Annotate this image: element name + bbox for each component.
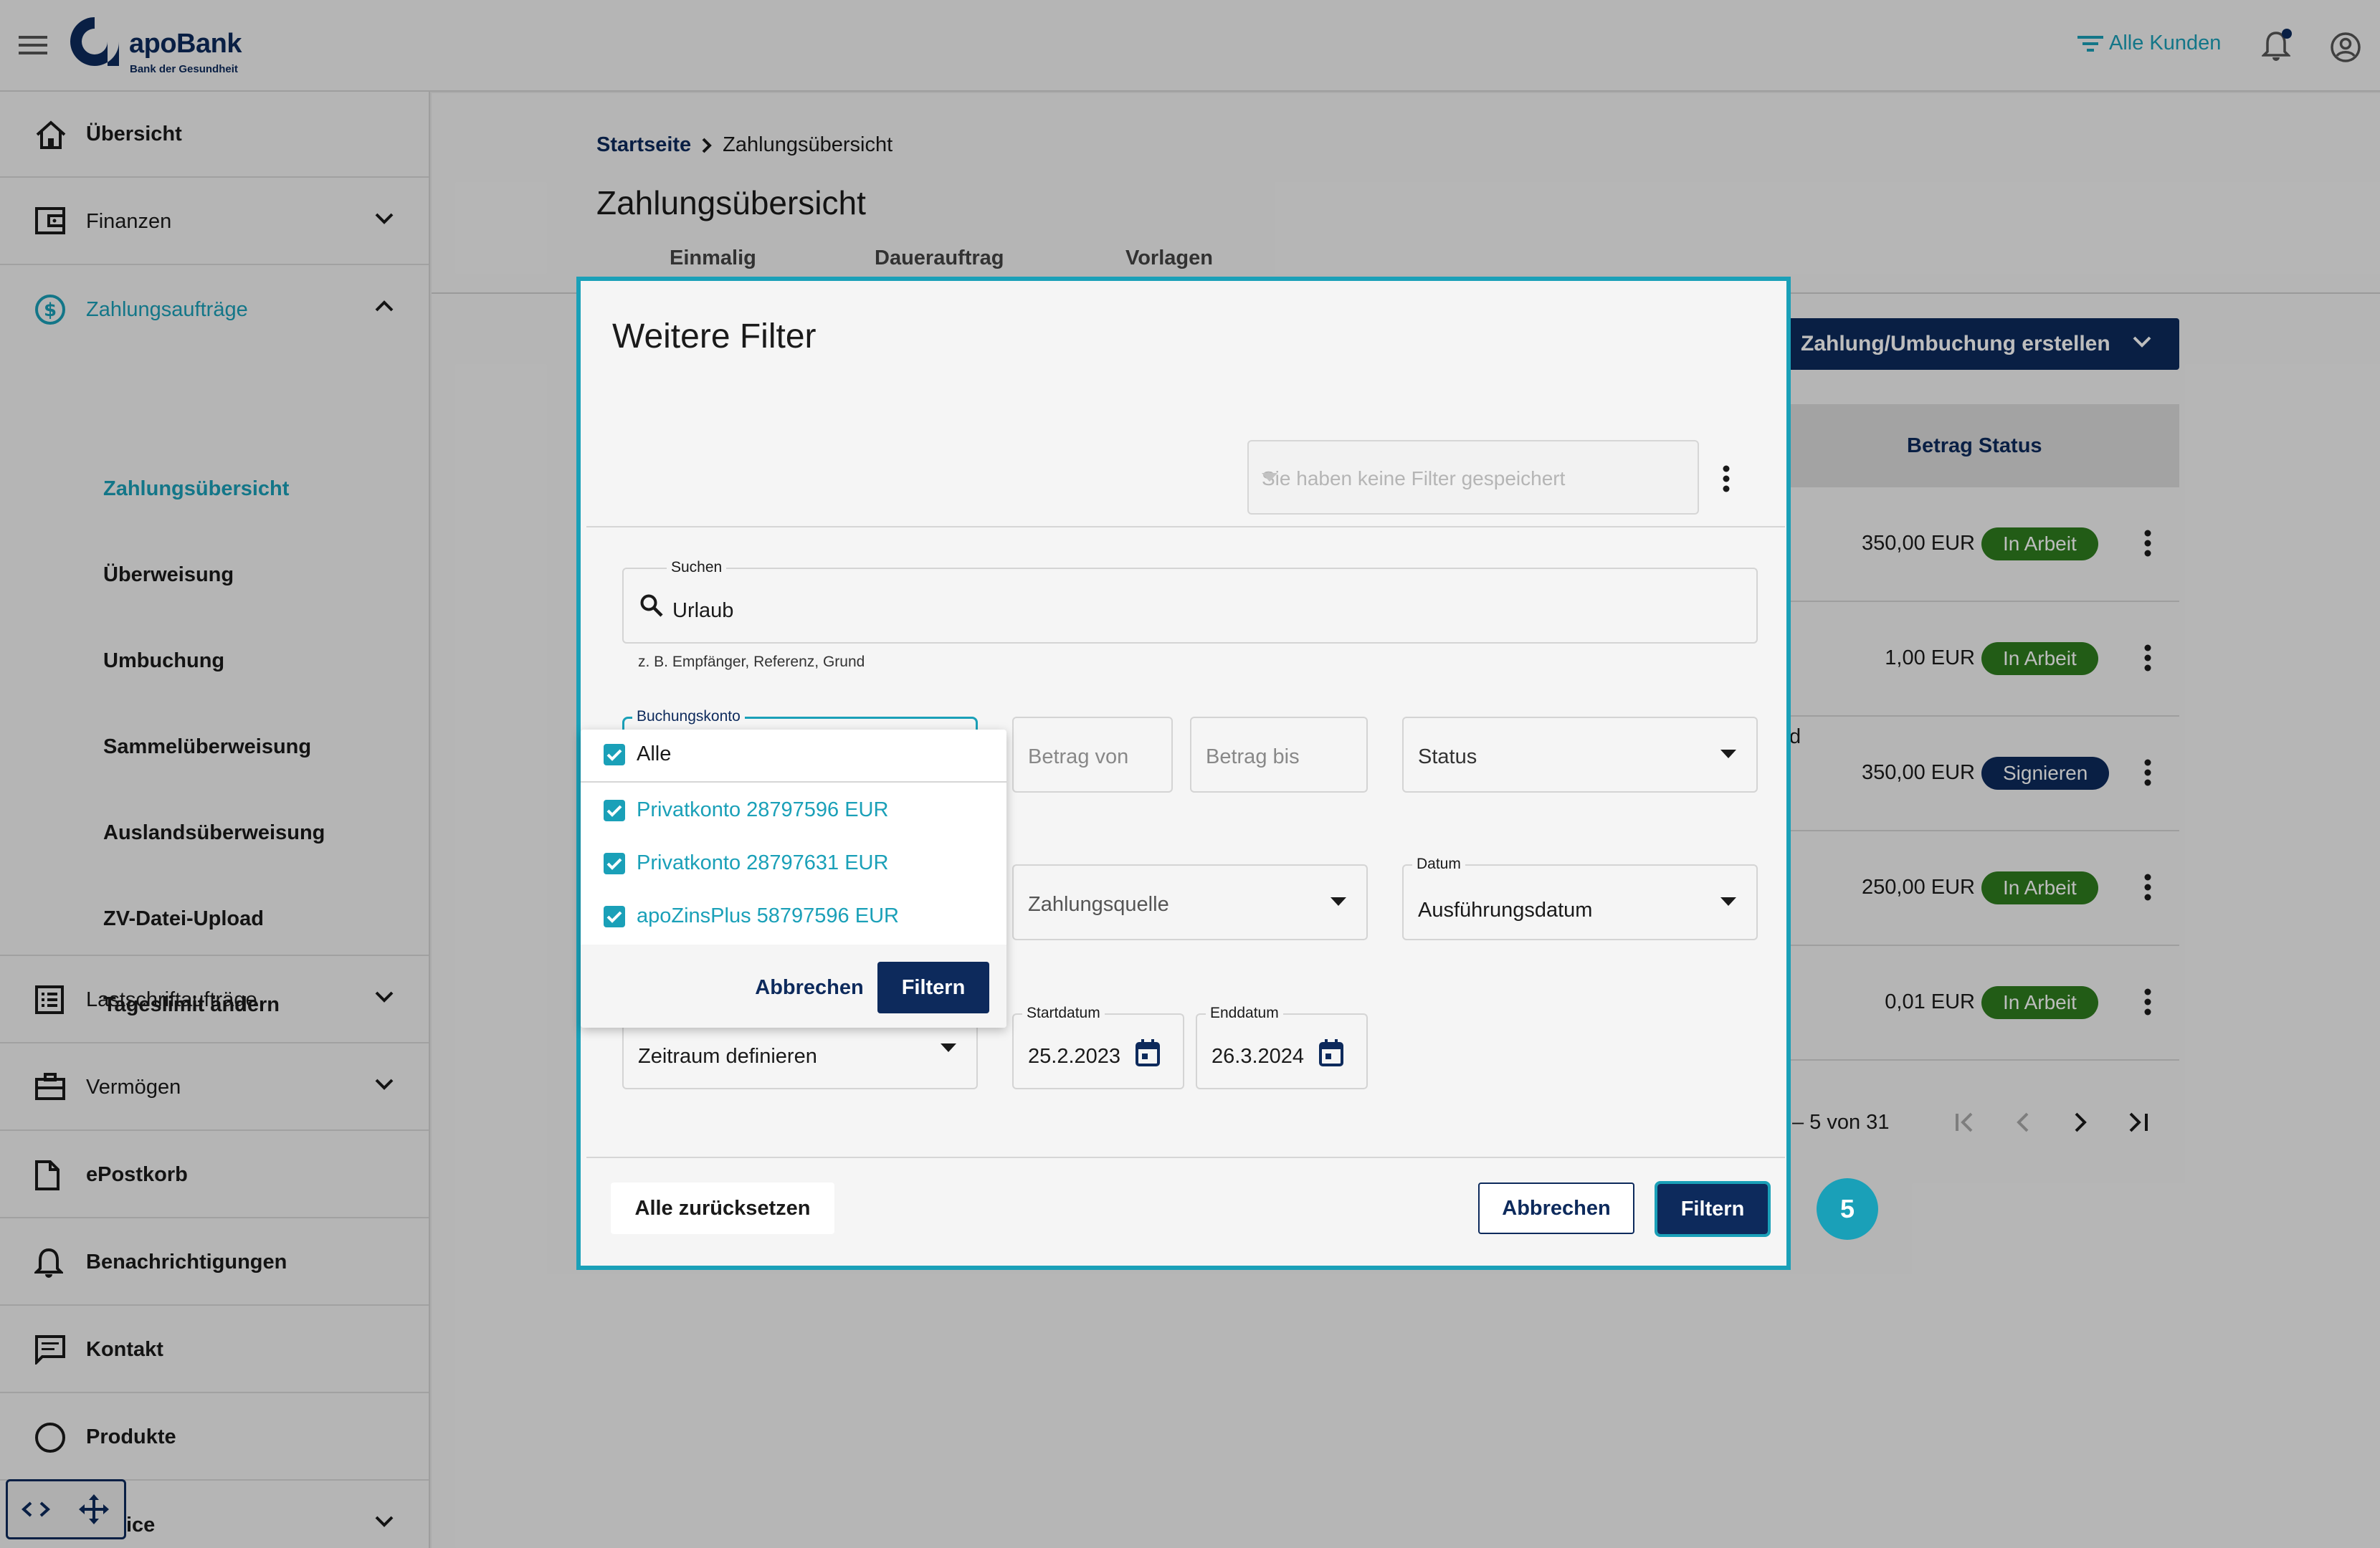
- account-label: Buchungskonto: [632, 708, 745, 725]
- amount-from-placeholder: Betrag von: [1028, 745, 1129, 768]
- checkbox-checked-icon[interactable]: [604, 905, 625, 927]
- dropdown-option-account[interactable]: apoZinsPlus 58797596 EUR: [604, 904, 899, 928]
- dropdown-option-all[interactable]: Alle: [604, 742, 671, 766]
- account-dropdown: Alle Privatkonto 28797596 EUR Privatkont…: [581, 730, 1006, 1028]
- calendar-icon[interactable]: [1319, 1039, 1343, 1066]
- start-date-label: Startdatum: [1022, 1005, 1105, 1022]
- payment-source-placeholder: Zahlungsquelle: [1028, 893, 1169, 916]
- start-date-field[interactable]: Startdatum 25.2.2023: [1012, 1005, 1184, 1089]
- caret-down-icon: [1720, 897, 1736, 906]
- dropdown-option-account[interactable]: Privatkonto 28797596 EUR: [604, 798, 888, 822]
- caret-down-icon: [941, 1043, 956, 1052]
- end-date-field[interactable]: Enddatum 26.3.2024: [1196, 1005, 1368, 1089]
- checkbox-checked-icon[interactable]: [604, 852, 625, 874]
- dialog-filter-button[interactable]: Filtern: [1655, 1181, 1771, 1237]
- dropdown-option-label: Privatkonto 28797631 EUR: [637, 851, 889, 874]
- dropdown-cancel-button[interactable]: Abbrechen: [727, 962, 892, 1013]
- dialog-footer-divider: [586, 1157, 1785, 1158]
- end-date-input[interactable]: 26.3.2024: [1212, 1045, 1304, 1069]
- amount-from-input[interactable]: Betrag von: [1012, 717, 1173, 793]
- amount-to-input[interactable]: Betrag bis: [1190, 717, 1368, 793]
- period-value: Zeitraum definieren: [638, 1045, 817, 1068]
- status-placeholder: Status: [1418, 745, 1477, 768]
- caret-down-icon: [1720, 750, 1736, 758]
- dropdown-footer: Abbrechen Filtern: [581, 945, 1006, 1028]
- checkbox-checked-icon[interactable]: [604, 799, 625, 821]
- search-input[interactable]: Urlaub: [672, 599, 733, 623]
- dropdown-option-label: apoZinsPlus 58797596 EUR: [637, 904, 899, 927]
- end-date-label: Enddatum: [1206, 1005, 1283, 1022]
- more-options-icon[interactable]: [1722, 464, 1731, 493]
- date-type-select[interactable]: Datum Ausführungsdatum: [1402, 856, 1758, 940]
- payment-source-select[interactable]: Zahlungsquelle: [1012, 864, 1368, 940]
- dropdown-filter-button[interactable]: Filtern: [877, 962, 989, 1013]
- step-badge: 5: [1817, 1178, 1878, 1240]
- dropdown-option-label: Alle: [637, 742, 672, 765]
- checkbox-checked-icon[interactable]: [604, 743, 625, 765]
- start-date-input[interactable]: 25.2.2023: [1028, 1045, 1120, 1069]
- search-field[interactable]: Suchen Urlaub: [622, 559, 1758, 644]
- dialog-title: Weitere Filter: [612, 317, 817, 355]
- dropdown-option-label: Privatkonto 28797596 EUR: [637, 798, 889, 821]
- calendar-icon[interactable]: [1136, 1039, 1160, 1066]
- reset-all-button[interactable]: Alle zurücksetzen: [611, 1182, 834, 1234]
- dialog-divider: [586, 526, 1785, 527]
- caret-down-icon: [1262, 473, 1679, 482]
- search-label: Suchen: [667, 559, 727, 576]
- dropdown-divider: [581, 781, 1006, 783]
- search-icon: [639, 593, 664, 618]
- dropdown-option-account[interactable]: Privatkonto 28797631 EUR: [604, 851, 888, 875]
- date-type-label: Datum: [1412, 856, 1465, 873]
- dialog-cancel-button[interactable]: Abbrechen: [1478, 1182, 1634, 1234]
- date-type-value: Ausführungsdatum: [1418, 899, 1593, 922]
- saved-filters-select[interactable]: Sie haben keine Filter gespeichert: [1247, 440, 1699, 515]
- search-hint: z. B. Empfänger, Referenz, Grund: [638, 654, 865, 670]
- status-select[interactable]: Status: [1402, 717, 1758, 793]
- amount-to-placeholder: Betrag bis: [1206, 745, 1300, 768]
- caret-down-icon: [1331, 897, 1346, 906]
